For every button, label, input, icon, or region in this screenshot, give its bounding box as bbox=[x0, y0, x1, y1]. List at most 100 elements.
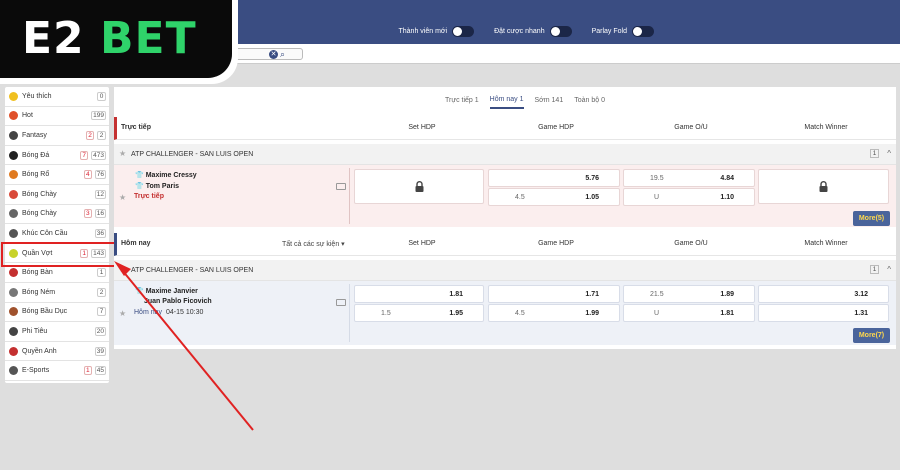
sidebar-item[interactable]: Fantasy 2 2 bbox=[5, 126, 109, 146]
chevron-up-icon[interactable]: ^ bbox=[887, 265, 891, 274]
tv-icon[interactable] bbox=[336, 299, 346, 306]
odds-cell[interactable]: 5.76 bbox=[488, 169, 620, 187]
sidebar-item[interactable]: Quyền Anh 39 bbox=[5, 342, 109, 362]
odds-line: 19.5 bbox=[650, 175, 664, 182]
team-home: 👕 Maxime Janvier bbox=[135, 287, 198, 295]
sports-sidebar: Yêu thích 0 Hot 199 Fantasy 2 2 Bóng Đá 7 473 Bóng… bbox=[5, 87, 109, 383]
sidebar-item[interactable]: Bóng Rổ 4 76 bbox=[5, 165, 109, 185]
section-title: Trực tiếp bbox=[121, 124, 151, 131]
odds-line: U bbox=[654, 194, 660, 201]
tab[interactable]: Trực tiếp 1 bbox=[445, 93, 479, 108]
live-match-row: 👕 Maxime Cressy 👕 Tom Paris ★ Trực tiếp 5.… bbox=[114, 165, 896, 227]
star-icon bbox=[9, 91, 18, 101]
league-name: ATP CHALLENGER - SAN LUIS OPEN bbox=[131, 267, 254, 274]
tab[interactable]: Sớm 141 bbox=[535, 93, 564, 108]
today-match-row: 👕 Maxime Janvier Juan Pablo Ficovich ★ Hô… bbox=[114, 281, 896, 345]
odds-cell[interactable]: 4.5 1.05 bbox=[488, 188, 620, 206]
more-bets-button[interactable]: More(7) bbox=[853, 328, 890, 343]
star-icon[interactable]: ★ bbox=[119, 149, 126, 158]
sidebar-item[interactable]: Khúc Côn Cầu 36 bbox=[5, 224, 109, 244]
star-icon[interactable]: ★ bbox=[119, 193, 126, 202]
search-input[interactable]: ✕ ⌕ bbox=[235, 48, 303, 60]
switch-icon[interactable] bbox=[549, 26, 572, 37]
league-row[interactable]: ★ ATP CHALLENGER - SAN LUIS OPEN 1 ^ bbox=[114, 144, 896, 165]
clear-icon[interactable]: ✕ bbox=[269, 50, 278, 59]
table-tennis-icon bbox=[9, 268, 18, 278]
sidebar-item[interactable]: Bóng Ném 2 bbox=[5, 283, 109, 303]
switch-icon[interactable] bbox=[632, 26, 654, 37]
live-count-badge: 1 bbox=[83, 366, 92, 376]
live-count-badge: 7 bbox=[80, 150, 89, 160]
soccer-ball-icon bbox=[9, 150, 18, 160]
odds-cell[interactable]: U 1.10 bbox=[623, 188, 755, 206]
sidebar-item[interactable]: Bóng Chày 12 bbox=[5, 185, 109, 205]
tv-icon[interactable] bbox=[336, 183, 346, 190]
sidebar-item-label: Hot bbox=[22, 112, 33, 120]
column-game-ou: Game O/U bbox=[674, 124, 708, 131]
star-icon[interactable]: ★ bbox=[119, 265, 126, 274]
odds-cell[interactable]: 1.31 bbox=[758, 304, 889, 322]
toggle-parlay-fold[interactable]: Parlay Fold bbox=[592, 26, 654, 37]
sidebar-item[interactable]: Bóng Bầu Dục 7 bbox=[5, 303, 109, 323]
toggle-row: Thành viên mới Đặt cược nhanh Parlay Fol… bbox=[399, 26, 654, 37]
sidebar-item-label: Bóng Chày bbox=[22, 190, 57, 198]
event-count-badge: 76 bbox=[94, 170, 106, 180]
event-count-badge: 36 bbox=[94, 228, 106, 238]
sidebar-item-label: Quyền Anh bbox=[22, 347, 57, 355]
toggle-new-member[interactable]: Thành viên mới bbox=[399, 26, 475, 37]
sidebar-item-label: Yêu thích bbox=[22, 92, 52, 100]
locked-odds-cell bbox=[354, 169, 484, 204]
search-icon[interactable]: ⌕ bbox=[280, 49, 290, 59]
hockey-stick-icon bbox=[9, 228, 18, 238]
locked-odds-cell bbox=[758, 169, 889, 204]
odds-cell[interactable]: 1.81 bbox=[354, 285, 484, 303]
shirt-icon: 👕 bbox=[135, 183, 144, 190]
sidebar-item[interactable]: Yêu thích 0 bbox=[5, 87, 109, 107]
column-set-hdp: Set HDP bbox=[408, 240, 436, 247]
gamepad-icon bbox=[9, 366, 18, 376]
odds-cell[interactable]: 21.5 1.89 bbox=[623, 285, 755, 303]
sidebar-item[interactable]: Bóng Chày 3 16 bbox=[5, 205, 109, 225]
sidebar-item[interactable]: Bóng Đá 7 473 bbox=[5, 146, 109, 166]
team-home: 👕 Maxime Cressy bbox=[135, 171, 197, 179]
column-game-hdp: Game HDP bbox=[538, 124, 574, 131]
section-title: Hôm nay bbox=[121, 240, 151, 247]
event-count-badge: 16 bbox=[94, 209, 106, 219]
event-count-badge: 20 bbox=[94, 326, 106, 336]
column-game-hdp: Game HDP bbox=[538, 240, 574, 247]
more-bets-button[interactable]: More(5) bbox=[853, 211, 890, 226]
event-filter-dropdown[interactable]: Tất cả các sự kiện ▾ bbox=[282, 240, 345, 248]
odds-cell[interactable]: 4.5 1.99 bbox=[488, 304, 620, 322]
odds-value: 1.81 bbox=[449, 291, 463, 298]
sidebar-item[interactable]: E-Sports 1 45 bbox=[5, 361, 109, 381]
league-count: 1 bbox=[870, 265, 879, 274]
handball-icon bbox=[9, 287, 18, 297]
odds-value: 1.71 bbox=[585, 291, 599, 298]
odds-value: 1.99 bbox=[585, 310, 599, 317]
switch-icon[interactable] bbox=[452, 26, 475, 37]
tab[interactable]: Toàn bộ 0 bbox=[574, 93, 605, 108]
sidebar-item[interactable]: Phi Tiêu 20 bbox=[5, 322, 109, 342]
toggle-quick-bet[interactable]: Đặt cược nhanh bbox=[494, 26, 572, 37]
column-set-hdp: Set HDP bbox=[408, 124, 436, 131]
sidebar-item-label: Bóng Chày bbox=[22, 210, 57, 218]
odds-value: 1.89 bbox=[720, 291, 734, 298]
odds-cell[interactable]: 1.71 bbox=[488, 285, 620, 303]
chevron-up-icon[interactable]: ^ bbox=[887, 149, 891, 158]
lock-icon bbox=[415, 181, 424, 192]
tab[interactable]: Hôm nay 1 bbox=[489, 92, 524, 109]
match-time: Hôm nay 04-15 10:30 bbox=[134, 309, 203, 316]
logo-background: E2 BET bbox=[0, 0, 232, 78]
odds-cell[interactable]: 19.5 4.84 bbox=[623, 169, 755, 187]
sidebar-item[interactable]: Hot 199 bbox=[5, 107, 109, 127]
odds-cell[interactable]: 1.5 1.95 bbox=[354, 304, 484, 322]
odds-cell[interactable]: 3.12 bbox=[758, 285, 889, 303]
more-count: (7) bbox=[875, 332, 885, 339]
league-row[interactable]: ★ ATP CHALLENGER - SAN LUIS OPEN 1 ^ bbox=[114, 260, 896, 281]
lock-icon bbox=[819, 181, 828, 192]
event-count-badge: 39 bbox=[94, 346, 106, 356]
star-icon[interactable]: ★ bbox=[119, 309, 126, 318]
odds-value: 4.84 bbox=[720, 175, 734, 182]
odds-cell[interactable]: U 1.81 bbox=[623, 304, 755, 322]
logo[interactable]: E2 BET bbox=[0, 0, 238, 84]
